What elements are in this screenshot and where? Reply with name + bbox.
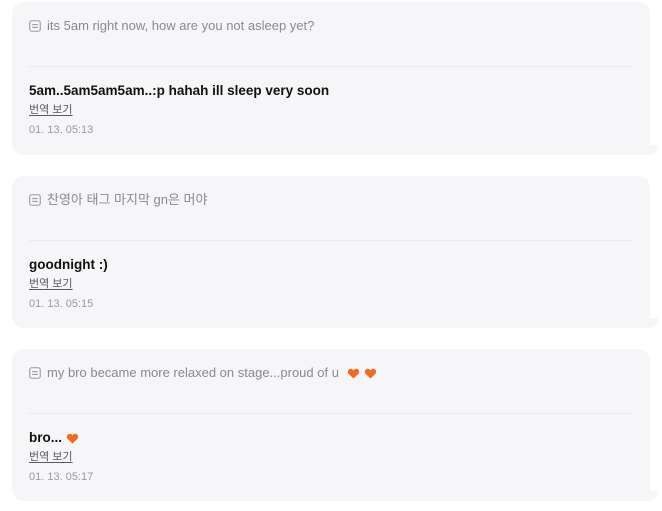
timestamp: 01. 13. 05:13 (29, 124, 94, 136)
bubble-tail (642, 318, 658, 328)
quote-emojis (347, 367, 377, 380)
quoted-question-text: my bro became more relaxed on stage...pr… (47, 365, 339, 380)
quoted-question: its 5am right now, how are you not aslee… (29, 18, 314, 34)
divider (29, 240, 632, 241)
translate-link[interactable]: 번역 보기 (29, 450, 73, 464)
reply-text: bro... (29, 429, 79, 447)
reply-text-content: bro... (29, 430, 62, 445)
message-card: 찬영아 태그 마지막 gn은 머야 goodnight :) 번역 보기 01.… (12, 176, 658, 328)
timestamp: 01. 13. 05:15 (29, 298, 94, 310)
orange-heart-icon (364, 368, 377, 379)
orange-heart-icon (66, 433, 79, 444)
quoted-question: 찬영아 태그 마지막 gn은 머야 (29, 192, 207, 208)
orange-heart-icon (347, 368, 360, 379)
message-card: my bro became more relaxed on stage...pr… (12, 349, 658, 501)
translate-link[interactable]: 번역 보기 (29, 103, 73, 117)
translate-link[interactable]: 번역 보기 (29, 277, 73, 291)
quoted-question-text: its 5am right now, how are you not aslee… (47, 18, 315, 33)
timestamp: 01. 13. 05:17 (29, 471, 94, 483)
divider (29, 66, 632, 67)
reply-text: goodnight :) (29, 256, 108, 274)
quoted-question: my bro became more relaxed on stage...pr… (29, 365, 377, 381)
divider (29, 413, 632, 414)
reply-text-content: 5am..5am5am5am..:p hahah ill sleep very … (29, 83, 330, 98)
quoted-question-text: 찬영아 태그 마지막 gn은 머야 (47, 192, 208, 207)
message-square-icon (29, 367, 41, 379)
message-square-icon (29, 194, 41, 206)
reply-text: 5am..5am5am5am..:p hahah ill sleep very … (29, 82, 329, 100)
message-square-icon (29, 20, 41, 32)
bubble-tail (642, 491, 658, 501)
bubble-tail (642, 145, 658, 155)
reply-text-content: goodnight :) (29, 257, 108, 272)
message-card: its 5am right now, how are you not aslee… (12, 2, 658, 155)
